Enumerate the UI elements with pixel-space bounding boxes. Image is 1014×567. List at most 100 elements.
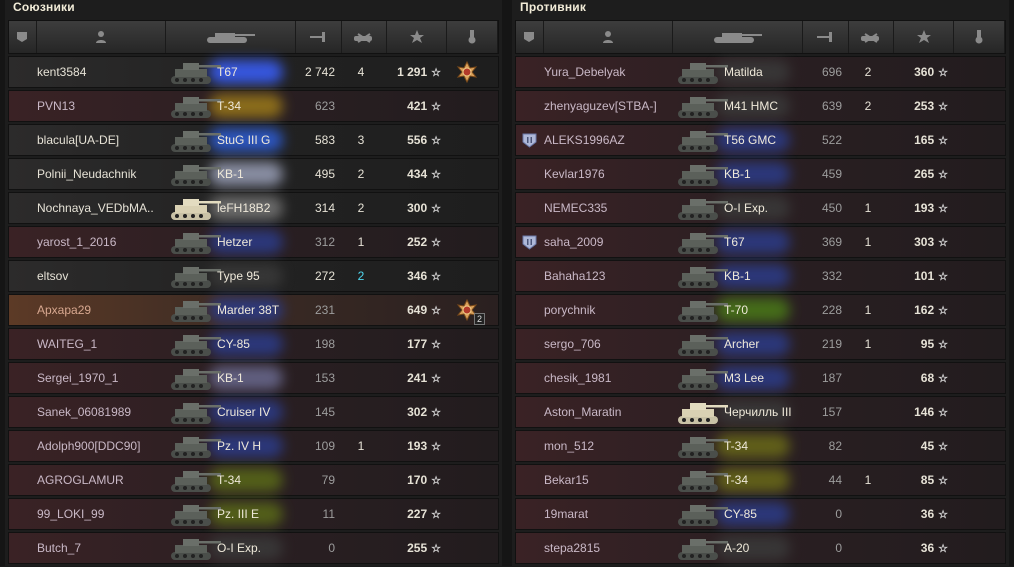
damage-value: 459 (821, 167, 842, 181)
damage-value: 583 (314, 133, 335, 147)
player-name: Kevlar1976 (544, 167, 605, 181)
experience-cell: 300 ☆ (381, 193, 441, 223)
header-tank-column[interactable] (166, 21, 296, 53)
frags-value (343, 91, 379, 121)
damage-value: 495 (314, 167, 335, 181)
header-player-column[interactable] (544, 21, 674, 53)
player-row[interactable]: WAITEG_1 CY-85 198 177 ☆ (8, 328, 499, 360)
star-icon: ☆ (431, 305, 441, 317)
player-row[interactable]: stepa2815 A-20 0 36 ☆ (515, 532, 1006, 564)
vehicle-cell: T-70 (666, 295, 796, 325)
frags-value: 1 (864, 473, 872, 487)
player-name: Yura_Debelyak (544, 65, 626, 79)
tank-icon (167, 331, 223, 358)
experience-cell: 302 ☆ (381, 397, 441, 427)
header-kills-column[interactable] (342, 21, 388, 53)
player-row[interactable]: PVN13 T-34 623 421 ☆ (8, 90, 499, 122)
header-kills-column[interactable] (849, 21, 895, 53)
header-squad-column[interactable] (516, 21, 544, 53)
frags-value: 1 (864, 303, 872, 317)
order-medal-icon[interactable]: 2 (455, 298, 485, 325)
header-medal-column[interactable] (447, 21, 498, 53)
frags-value (343, 397, 379, 427)
star-icon: ☆ (938, 305, 948, 317)
header-experience-column[interactable] (387, 21, 448, 53)
vehicle-cell: Marder 38T (159, 295, 289, 325)
experience-cell: 162 ☆ (888, 295, 948, 325)
tank-icon (167, 161, 223, 188)
experience-cell: 303 ☆ (888, 227, 948, 257)
player-row[interactable]: yarost_1_2016 Hetzer 312 1 252 ☆ (8, 226, 499, 258)
frags-value: 1 (864, 337, 872, 351)
player-row[interactable]: Adolph900[DDC90] Pz. IV H 109 1 193 ☆ (8, 430, 499, 462)
player-row[interactable]: 99_LOKI_99 Pz. III E 11 227 ☆ (8, 498, 499, 530)
vehicle-name: T-34 (724, 473, 749, 487)
kills-icon (352, 30, 376, 44)
player-row[interactable]: Bekar15 T-34 44 1 85 ☆ (515, 464, 1006, 496)
player-row[interactable]: Apxapa29 Marder 38T 231 649 ☆ 2 (8, 294, 499, 326)
player-row[interactable]: mon_512 T-34 82 45 ☆ (515, 430, 1006, 462)
frags-value: 4 (357, 65, 365, 79)
vehicle-cell: O-I Exp. (666, 193, 796, 223)
player-row[interactable]: Polnii_Neudachnik KB-1 495 2 434 ☆ (8, 158, 499, 190)
vehicle-cell: KB-1 (159, 159, 289, 189)
order-medal-icon[interactable] (455, 60, 479, 85)
player-row[interactable]: eltsov Type 95 272 2 346 ☆ (8, 260, 499, 292)
experience-value: 346 (407, 269, 428, 283)
header-medal-column[interactable] (954, 21, 1005, 53)
player-row[interactable]: Bahaha123 KB-1 332 101 ☆ (515, 260, 1006, 292)
player-row[interactable]: NEMEC335 O-I Exp. 450 1 193 ☆ (515, 192, 1006, 224)
tank-icon (167, 535, 223, 562)
player-row[interactable]: Aston_Maratin Черчилль III 157 146 ☆ (515, 396, 1006, 428)
vehicle-cell: KB-1 (666, 261, 796, 291)
tank-icon (674, 331, 730, 358)
player-name: mon_512 (544, 439, 595, 453)
tank-icon (167, 501, 223, 528)
experience-cell: 434 ☆ (381, 159, 441, 189)
header-damage-column[interactable] (296, 21, 342, 53)
vehicle-name: T-70 (724, 303, 749, 317)
frags-value: 2 (864, 65, 872, 79)
star-icon: ☆ (938, 67, 948, 79)
player-row[interactable]: Yura_Debelyak Matilda 696 2 360 ☆ (515, 56, 1006, 88)
vehicle-name: O-I Exp. (724, 201, 769, 215)
header-tank-column[interactable] (673, 21, 803, 53)
header-damage-column[interactable] (803, 21, 849, 53)
player-row[interactable]: kent3584 T67 2 742 4 1 291 ☆ (8, 56, 499, 88)
experience-value: 146 (914, 405, 935, 419)
player-row[interactable]: AGROGLAMUR T-34 79 170 ☆ (8, 464, 499, 496)
player-row[interactable]: Sanek_06081989 Cruiser IV 145 302 ☆ (8, 396, 499, 428)
tank-icon (167, 263, 223, 290)
player-row[interactable]: ALEKS1996AZ T56 GMC 522 165 ☆ (515, 124, 1006, 156)
experience-cell: 36 ☆ (888, 533, 948, 563)
experience-cell: 68 ☆ (888, 363, 948, 393)
player-row[interactable]: Nochnaya_VEDbMA.. leFH18B2 314 2 300 ☆ (8, 192, 499, 224)
tank-icon (674, 535, 730, 562)
vehicle-name: Archer (724, 337, 760, 351)
player-row[interactable]: Butch_7 O-I Exp. 0 255 ☆ (8, 532, 499, 564)
damage-value: 109 (314, 439, 335, 453)
player-row[interactable]: 19marat CY-85 0 36 ☆ (515, 498, 1006, 530)
tank-icon (674, 467, 730, 494)
experience-cell: 255 ☆ (381, 533, 441, 563)
frags-value (343, 499, 379, 529)
experience-cell: 252 ☆ (381, 227, 441, 257)
player-row[interactable]: saha_2009 T67 369 1 303 ☆ (515, 226, 1006, 258)
player-row[interactable]: porychnik T-70 228 1 162 ☆ (515, 294, 1006, 326)
damage-value: 0 (328, 541, 335, 555)
header-experience-column[interactable] (894, 21, 955, 53)
player-row[interactable]: blacula[UA-DE] StuG III G 583 3 556 ☆ (8, 124, 499, 156)
header-squad-column[interactable] (9, 21, 37, 53)
star-icon: ☆ (431, 441, 441, 453)
vehicle-name: M3 Lee (724, 371, 765, 385)
vehicle-name: Pz. III E (217, 507, 260, 521)
player-row[interactable]: chesik_1981 M3 Lee 187 68 ☆ (515, 362, 1006, 394)
header-player-column[interactable] (37, 21, 167, 53)
player-name: Polnii_Neudachnik (37, 167, 137, 181)
player-row[interactable]: Kevlar1976 KB-1 459 265 ☆ (515, 158, 1006, 190)
player-row[interactable]: Sergei_1970_1 KB-1 153 241 ☆ (8, 362, 499, 394)
player-row[interactable]: zhenyaguzev[STBA-] M41 HMC 639 2 253 ☆ (515, 90, 1006, 122)
player-row[interactable]: sergo_706 Archer 219 1 95 ☆ (515, 328, 1006, 360)
squad-icon (15, 30, 29, 44)
allies-list: kent3584 T67 2 742 4 1 291 ☆ PVN13 T-34 623 421 ☆ b… (8, 56, 499, 566)
